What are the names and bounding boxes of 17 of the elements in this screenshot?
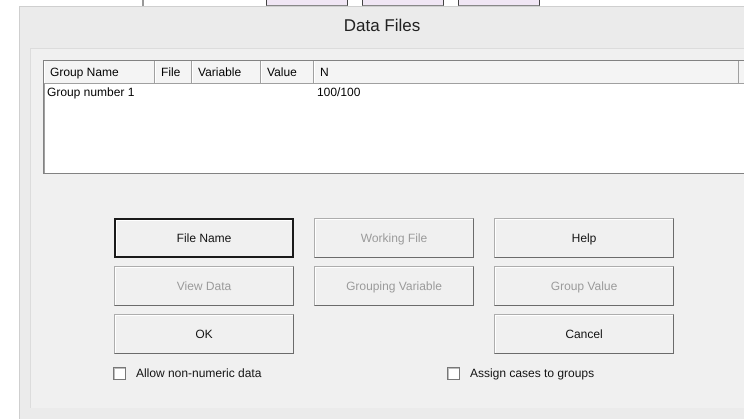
table-cell: Group number 1: [47, 85, 134, 99]
window-title: Data Files: [342, 15, 422, 37]
dialog-button[interactable]: File Name: [114, 218, 294, 258]
column-header[interactable]: N: [314, 61, 739, 83]
checkbox-label[interactable]: Allow non-numeric data: [136, 366, 262, 380]
dialog-button[interactable]: OK: [114, 314, 294, 354]
column-header[interactable]: Variable: [192, 61, 261, 83]
dialog-button[interactable]: Cancel: [494, 314, 674, 354]
checkbox[interactable]: [113, 366, 126, 380]
table-cell: 100/100: [317, 85, 360, 99]
dialog-button[interactable]: Help: [494, 218, 674, 258]
column-header[interactable]: Value: [261, 61, 314, 83]
column-header[interactable]: File: [155, 61, 192, 83]
column-header[interactable]: Group Name: [44, 61, 155, 83]
background-window-edge: [142, 0, 144, 6]
checkbox-label[interactable]: Assign cases to groups: [470, 366, 594, 380]
checkbox[interactable]: [447, 366, 460, 380]
